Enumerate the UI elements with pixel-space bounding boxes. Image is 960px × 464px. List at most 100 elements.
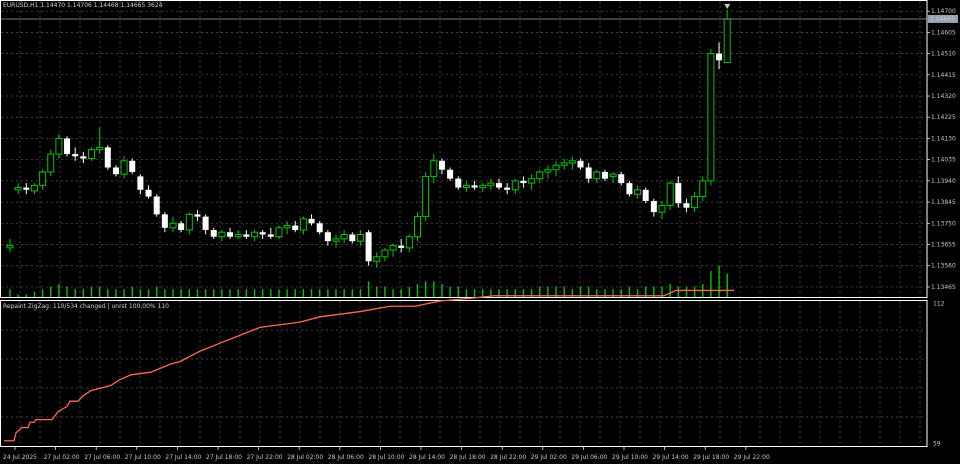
candle[interactable] — [349, 234, 356, 242]
candle[interactable] — [585, 167, 592, 179]
candle[interactable] — [691, 196, 699, 209]
candle[interactable] — [153, 196, 160, 215]
candle[interactable] — [544, 169, 552, 173]
candle[interactable] — [234, 233, 242, 238]
candle[interactable] — [243, 234, 250, 237]
time-tick-label: 27 Jul 22:00 — [247, 454, 283, 461]
candle[interactable] — [292, 225, 299, 231]
candle[interactable] — [6, 245, 14, 249]
candle[interactable] — [299, 218, 307, 231]
price-chart[interactable]: 1.14700 1.14605 1.14510 1.14415 1.14320 1.142… — [0, 0, 960, 464]
candle[interactable] — [618, 174, 625, 184]
candle[interactable] — [609, 173, 617, 177]
candle[interactable] — [194, 214, 201, 217]
candle[interactable] — [202, 216, 209, 231]
candle[interactable] — [178, 223, 185, 231]
candle[interactable] — [462, 184, 470, 189]
candle[interactable] — [88, 149, 95, 160]
candle[interactable] — [560, 162, 568, 166]
candle[interactable] — [169, 222, 177, 229]
candle[interactable] — [112, 167, 119, 175]
candle[interactable] — [129, 160, 136, 172]
candle[interactable] — [259, 232, 266, 235]
candle[interactable] — [332, 238, 340, 242]
candle[interactable] — [455, 178, 462, 188]
candle[interactable] — [504, 187, 511, 190]
candle[interactable] — [601, 171, 608, 179]
candle[interactable] — [675, 183, 682, 204]
candle[interactable] — [430, 160, 438, 177]
candle[interactable] — [528, 178, 536, 184]
candle[interactable] — [471, 185, 478, 188]
candle[interactable] — [699, 180, 707, 198]
candle[interactable] — [422, 175, 430, 218]
candle[interactable] — [96, 146, 104, 151]
time-tick-label: 27 Jul 14:00 — [165, 454, 201, 461]
candle[interactable] — [161, 214, 168, 228]
time-tick-label: 29 Jul 10:00 — [612, 454, 648, 461]
candle[interactable] — [365, 232, 372, 262]
candle[interactable] — [30, 184, 38, 192]
candle[interactable] — [80, 156, 87, 159]
candle[interactable] — [398, 245, 405, 248]
time-tick-label: 29 Jul 02:00 — [531, 454, 567, 461]
candle[interactable] — [642, 189, 649, 201]
candle[interactable] — [723, 18, 731, 64]
candle[interactable] — [520, 180, 527, 184]
candle[interactable] — [316, 223, 323, 233]
candle[interactable] — [227, 232, 234, 237]
candle[interactable] — [666, 182, 674, 206]
candle[interactable] — [389, 245, 397, 251]
candle[interactable] — [568, 160, 576, 164]
candle[interactable] — [487, 182, 495, 186]
candle[interactable] — [120, 160, 128, 175]
candle[interactable] — [210, 230, 217, 237]
candle[interactable] — [251, 231, 258, 238]
candle[interactable] — [438, 160, 445, 170]
candle[interactable] — [64, 138, 71, 155]
candle[interactable] — [511, 180, 519, 191]
chart-window[interactable]: 1.14700 1.14605 1.14510 1.14415 1.14320 1.142… — [0, 0, 960, 464]
candle[interactable] — [340, 233, 348, 240]
candle[interactable] — [716, 53, 723, 61]
candle[interactable] — [626, 183, 633, 195]
candle[interactable] — [137, 176, 144, 190]
candle[interactable] — [405, 236, 413, 249]
candle[interactable] — [447, 169, 454, 179]
candle[interactable] — [324, 232, 331, 242]
candle[interactable] — [593, 171, 601, 180]
candle[interactable] — [14, 187, 22, 191]
indicator-tick-label: 112 — [933, 301, 945, 308]
candle[interactable] — [218, 231, 226, 238]
candle[interactable] — [23, 187, 30, 190]
time-tick-label: 29 Jul 22:00 — [734, 454, 770, 461]
candle[interactable] — [552, 164, 560, 171]
candle[interactable] — [185, 213, 193, 231]
candle[interactable] — [536, 171, 544, 180]
candle[interactable] — [707, 53, 715, 182]
candle[interactable] — [496, 183, 502, 188]
candle[interactable] — [55, 137, 63, 155]
candle[interactable] — [47, 153, 55, 173]
candle[interactable] — [275, 227, 283, 238]
indicator-header: Repaint ZigZag: 110/534 changed | unrst … — [3, 303, 169, 310]
candle[interactable] — [381, 249, 389, 258]
candle[interactable] — [479, 184, 487, 189]
candle[interactable] — [658, 204, 666, 213]
candle[interactable] — [39, 171, 47, 186]
candle[interactable] — [72, 154, 79, 157]
candle[interactable] — [145, 189, 152, 197]
candle[interactable] — [650, 200, 657, 213]
candle[interactable] — [577, 160, 584, 168]
price-tick-label: 1.14510 — [931, 51, 956, 58]
candle[interactable] — [267, 234, 274, 237]
candle[interactable] — [414, 216, 421, 238]
candle[interactable] — [634, 189, 642, 195]
candle[interactable] — [308, 218, 315, 224]
candle[interactable] — [104, 147, 111, 168]
candle[interactable] — [373, 256, 381, 262]
price-tick-label: 1.14130 — [931, 135, 956, 142]
candle[interactable] — [683, 203, 690, 208]
candle[interactable] — [283, 225, 291, 229]
candle[interactable] — [356, 233, 364, 242]
